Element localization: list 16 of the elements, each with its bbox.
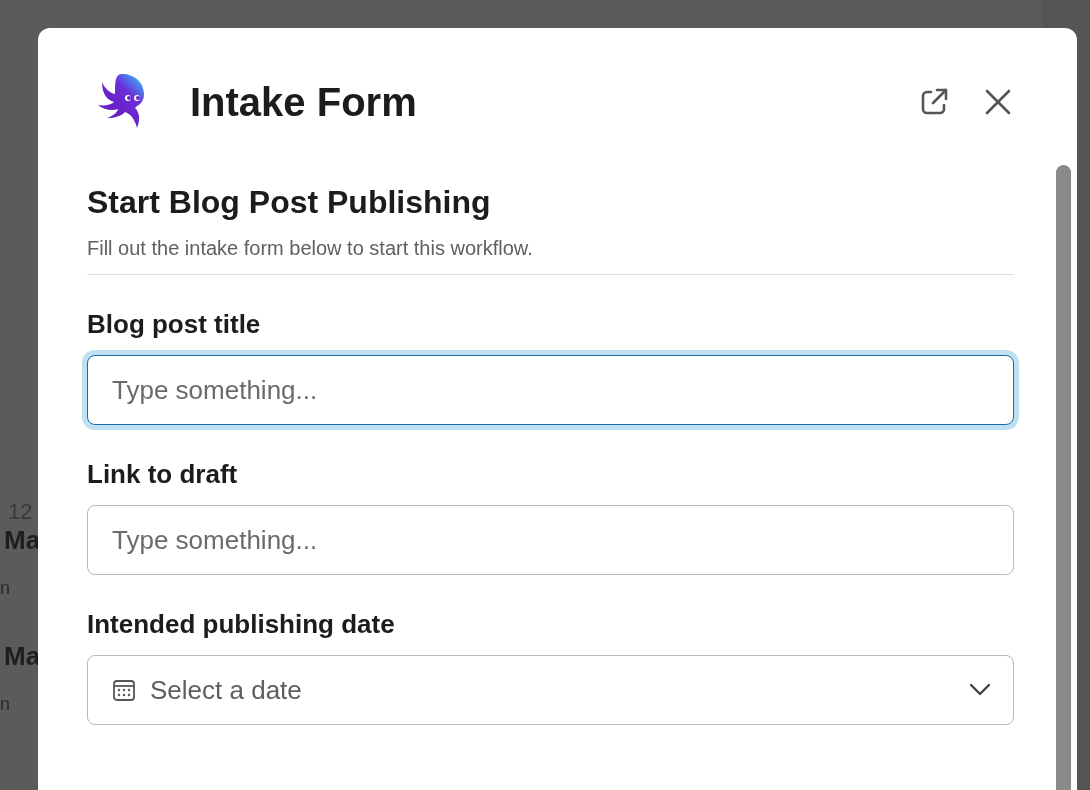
- background-text: Ma: [3, 526, 42, 554]
- modal-title: Intake Form: [190, 79, 418, 125]
- calendar-icon: [112, 678, 136, 702]
- close-icon: [985, 89, 1011, 115]
- chevron-down-icon: [969, 683, 991, 697]
- field-label: Intended publishing date: [87, 608, 395, 641]
- field-label: Blog post title: [87, 308, 261, 341]
- background-text: Ma: [3, 642, 42, 670]
- external-link-icon: [919, 87, 949, 117]
- form-heading: Start Blog Post Publishing: [87, 183, 492, 222]
- field-label: Link to draft: [87, 458, 238, 491]
- text-field[interactable]: Type something...: [87, 355, 1014, 425]
- form-description: Fill out the intake form below to start this workflow.: [87, 236, 534, 261]
- date-picker[interactable]: Select a date: [87, 655, 1014, 725]
- scrollbar-thumb[interactable]: [1056, 165, 1071, 790]
- text-field[interactable]: Type something...: [87, 505, 1014, 575]
